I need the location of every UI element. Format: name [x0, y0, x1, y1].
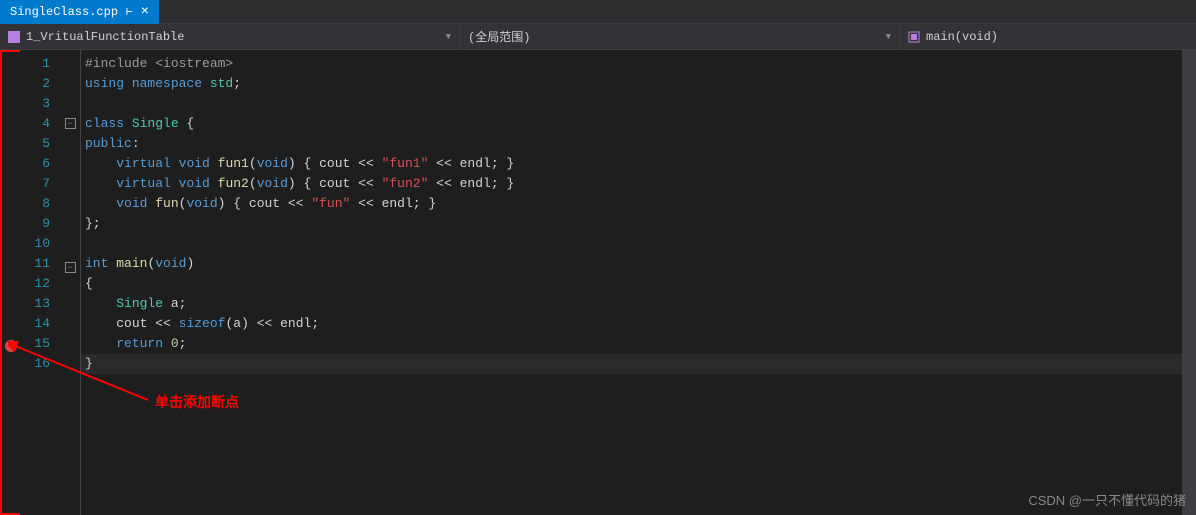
function-dropdown[interactable]: main(void): [900, 24, 1196, 49]
code-line[interactable]: cout << sizeof(a) << endl;: [81, 314, 1196, 334]
line-number: 12: [24, 274, 50, 294]
vertical-scrollbar[interactable]: [1182, 50, 1196, 515]
editor-area: 12345678910111213141516 −− #include <ios…: [0, 50, 1196, 515]
line-number: 16: [24, 354, 50, 374]
code-line[interactable]: [81, 234, 1196, 254]
line-number: 15: [24, 334, 50, 354]
fold-gutter: −−: [60, 50, 80, 515]
function-name: main(void): [926, 30, 998, 44]
chevron-down-icon: ▼: [446, 32, 451, 42]
project-dropdown[interactable]: 1_VritualFunctionTable ▼: [0, 24, 460, 49]
code-line[interactable]: }: [81, 354, 1196, 374]
close-icon[interactable]: ×: [141, 4, 149, 20]
line-number: 10: [24, 234, 50, 254]
navigation-bar: 1_VritualFunctionTable ▼ (全局范围) ▼ main(v…: [0, 24, 1196, 50]
code-line[interactable]: Single a;: [81, 294, 1196, 314]
code-line[interactable]: class Single {: [81, 114, 1196, 134]
tab-bar: SingleClass.cpp ⊢ ×: [0, 0, 1196, 24]
breakpoint-marker[interactable]: [5, 340, 17, 352]
pin-icon[interactable]: ⊢: [126, 5, 133, 19]
code-line[interactable]: };: [81, 214, 1196, 234]
line-number: 7: [24, 174, 50, 194]
line-number: 6: [24, 154, 50, 174]
code-line[interactable]: {: [81, 274, 1196, 294]
line-number: 8: [24, 194, 50, 214]
line-number: 4: [24, 114, 50, 134]
method-icon: [908, 31, 920, 43]
code-line[interactable]: public:: [81, 134, 1196, 154]
line-number: 2: [24, 74, 50, 94]
scope-label: (全局范围): [468, 28, 530, 45]
code-line[interactable]: void fun(void) { cout << "fun" << endl; …: [81, 194, 1196, 214]
code-line[interactable]: virtual void fun2(void) { cout << "fun2"…: [81, 174, 1196, 194]
line-number: 11: [24, 254, 50, 274]
code-line[interactable]: #include <iostream>: [81, 54, 1196, 74]
line-number: 14: [24, 314, 50, 334]
line-number-gutter: 12345678910111213141516: [20, 50, 60, 515]
code-line[interactable]: using namespace std;: [81, 74, 1196, 94]
line-number: 1: [24, 54, 50, 74]
project-icon: [8, 31, 20, 43]
line-number: 13: [24, 294, 50, 314]
code-line[interactable]: return 0;: [81, 334, 1196, 354]
fold-toggle[interactable]: −: [65, 118, 76, 129]
code-line[interactable]: [81, 94, 1196, 114]
code-line[interactable]: int main(void): [81, 254, 1196, 274]
scope-dropdown[interactable]: (全局范围) ▼: [460, 24, 900, 49]
line-number: 5: [24, 134, 50, 154]
tab-filename: SingleClass.cpp: [10, 5, 118, 19]
file-tab[interactable]: SingleClass.cpp ⊢ ×: [0, 0, 159, 24]
line-number: 9: [24, 214, 50, 234]
fold-toggle[interactable]: −: [65, 262, 76, 273]
breakpoint-gutter[interactable]: [0, 50, 20, 515]
annotation-label: 单击添加断点: [155, 392, 239, 412]
line-number: 3: [24, 94, 50, 114]
code-line[interactable]: virtual void fun1(void) { cout << "fun1"…: [81, 154, 1196, 174]
chevron-down-icon: ▼: [886, 32, 891, 42]
project-name: 1_VritualFunctionTable: [26, 30, 184, 44]
code-editor[interactable]: #include <iostream>using namespace std; c…: [80, 50, 1196, 515]
watermark: CSDN @一只不懂代码的猪: [1028, 490, 1186, 509]
